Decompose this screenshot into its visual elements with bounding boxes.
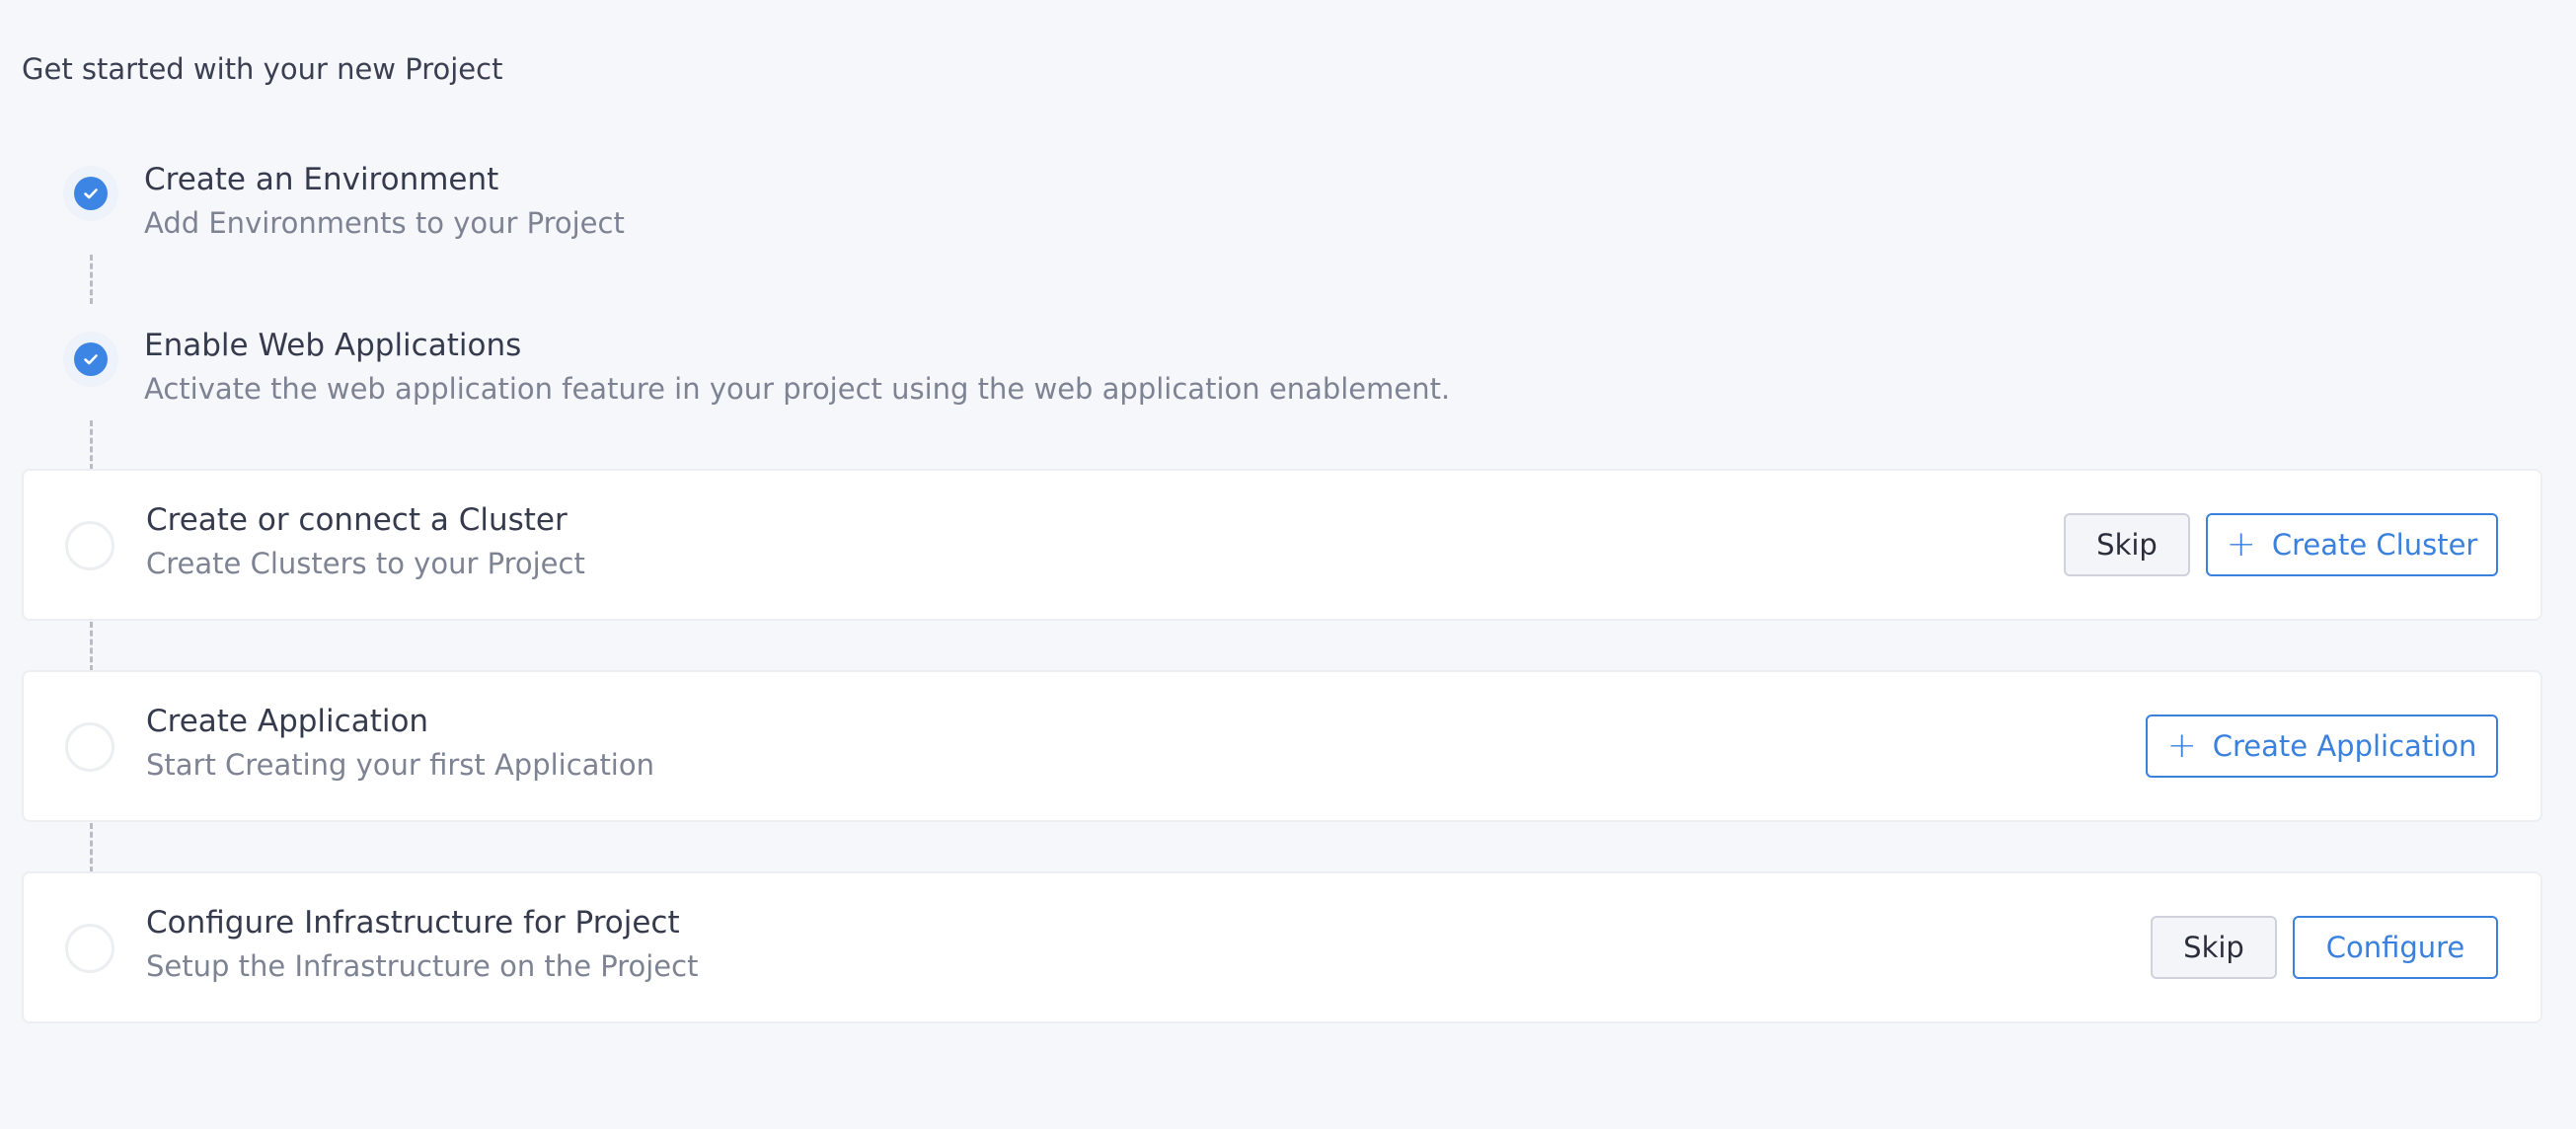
step-create-cluster: Create or connect a Cluster Create Clust… xyxy=(22,469,2542,621)
step-connector xyxy=(90,255,93,304)
step-description: Start Creating your first Application xyxy=(146,748,654,782)
plus-icon: + xyxy=(2166,725,2197,766)
step-description: Setup the Infrastructure on the Project xyxy=(146,949,699,983)
step-status-complete xyxy=(63,332,118,387)
step-title: Enable Web Applications xyxy=(144,328,522,363)
step-status-complete xyxy=(63,166,118,221)
step-description: Create Clusters to your Project xyxy=(146,547,585,580)
create-application-label: Create Application xyxy=(2212,729,2477,763)
step-title: Create an Environment xyxy=(144,162,499,197)
page-title: Get started with your new Project xyxy=(22,52,503,86)
step-configure-infrastructure: Configure Infrastructure for Project Set… xyxy=(22,871,2542,1023)
create-cluster-label: Create Cluster xyxy=(2271,528,2478,562)
skip-button[interactable]: Skip xyxy=(2064,513,2190,576)
step-description: Add Environments to your Project xyxy=(144,206,625,240)
plus-icon: + xyxy=(2226,524,2256,564)
step-description: Activate the web application feature in … xyxy=(144,372,1451,406)
step-status-pending xyxy=(65,924,114,973)
step-create-application: Create Application Start Creating your f… xyxy=(22,670,2542,822)
step-title: Configure Infrastructure for Project xyxy=(146,905,680,941)
create-application-button[interactable]: + Create Application xyxy=(2146,715,2498,778)
step-connector xyxy=(90,420,93,470)
configure-button[interactable]: Configure xyxy=(2293,916,2498,979)
step-status-pending xyxy=(65,521,114,570)
create-cluster-button[interactable]: + Create Cluster xyxy=(2206,513,2498,576)
check-icon xyxy=(84,354,98,365)
check-icon xyxy=(84,188,98,199)
step-connector xyxy=(90,622,93,671)
step-connector xyxy=(90,823,93,872)
step-title: Create or connect a Cluster xyxy=(146,502,568,538)
step-status-pending xyxy=(65,722,114,772)
step-title: Create Application xyxy=(146,704,429,739)
skip-button[interactable]: Skip xyxy=(2151,916,2277,979)
